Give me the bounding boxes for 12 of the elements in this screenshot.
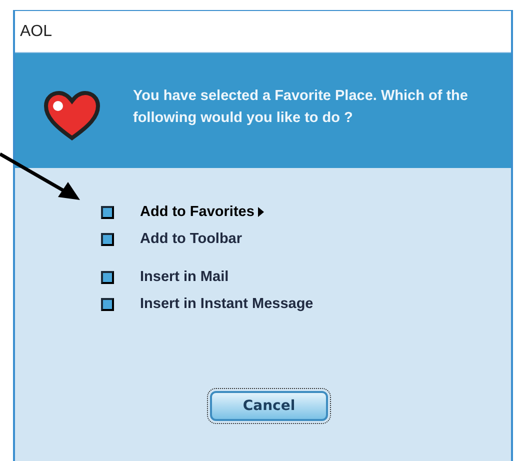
bullet-icon <box>101 232 114 246</box>
bullet-icon <box>101 298 114 310</box>
heart-icon <box>43 90 101 142</box>
bullet-icon <box>101 270 114 284</box>
option-link[interactable]: Insert in Mail <box>140 269 229 285</box>
option-link[interactable]: Add to Toolbar <box>140 231 242 247</box>
bullet-icon <box>101 206 114 218</box>
option-link[interactable]: Insert in Instant Message <box>140 296 314 312</box>
cancel-button[interactable]: Cancel <box>210 391 328 421</box>
window-title: AOL <box>20 22 52 40</box>
option-link[interactable]: Add to Favorites <box>140 204 254 220</box>
header-message: You have selected a Favorite Place. Which of the following would you like to do ? <box>133 87 469 128</box>
